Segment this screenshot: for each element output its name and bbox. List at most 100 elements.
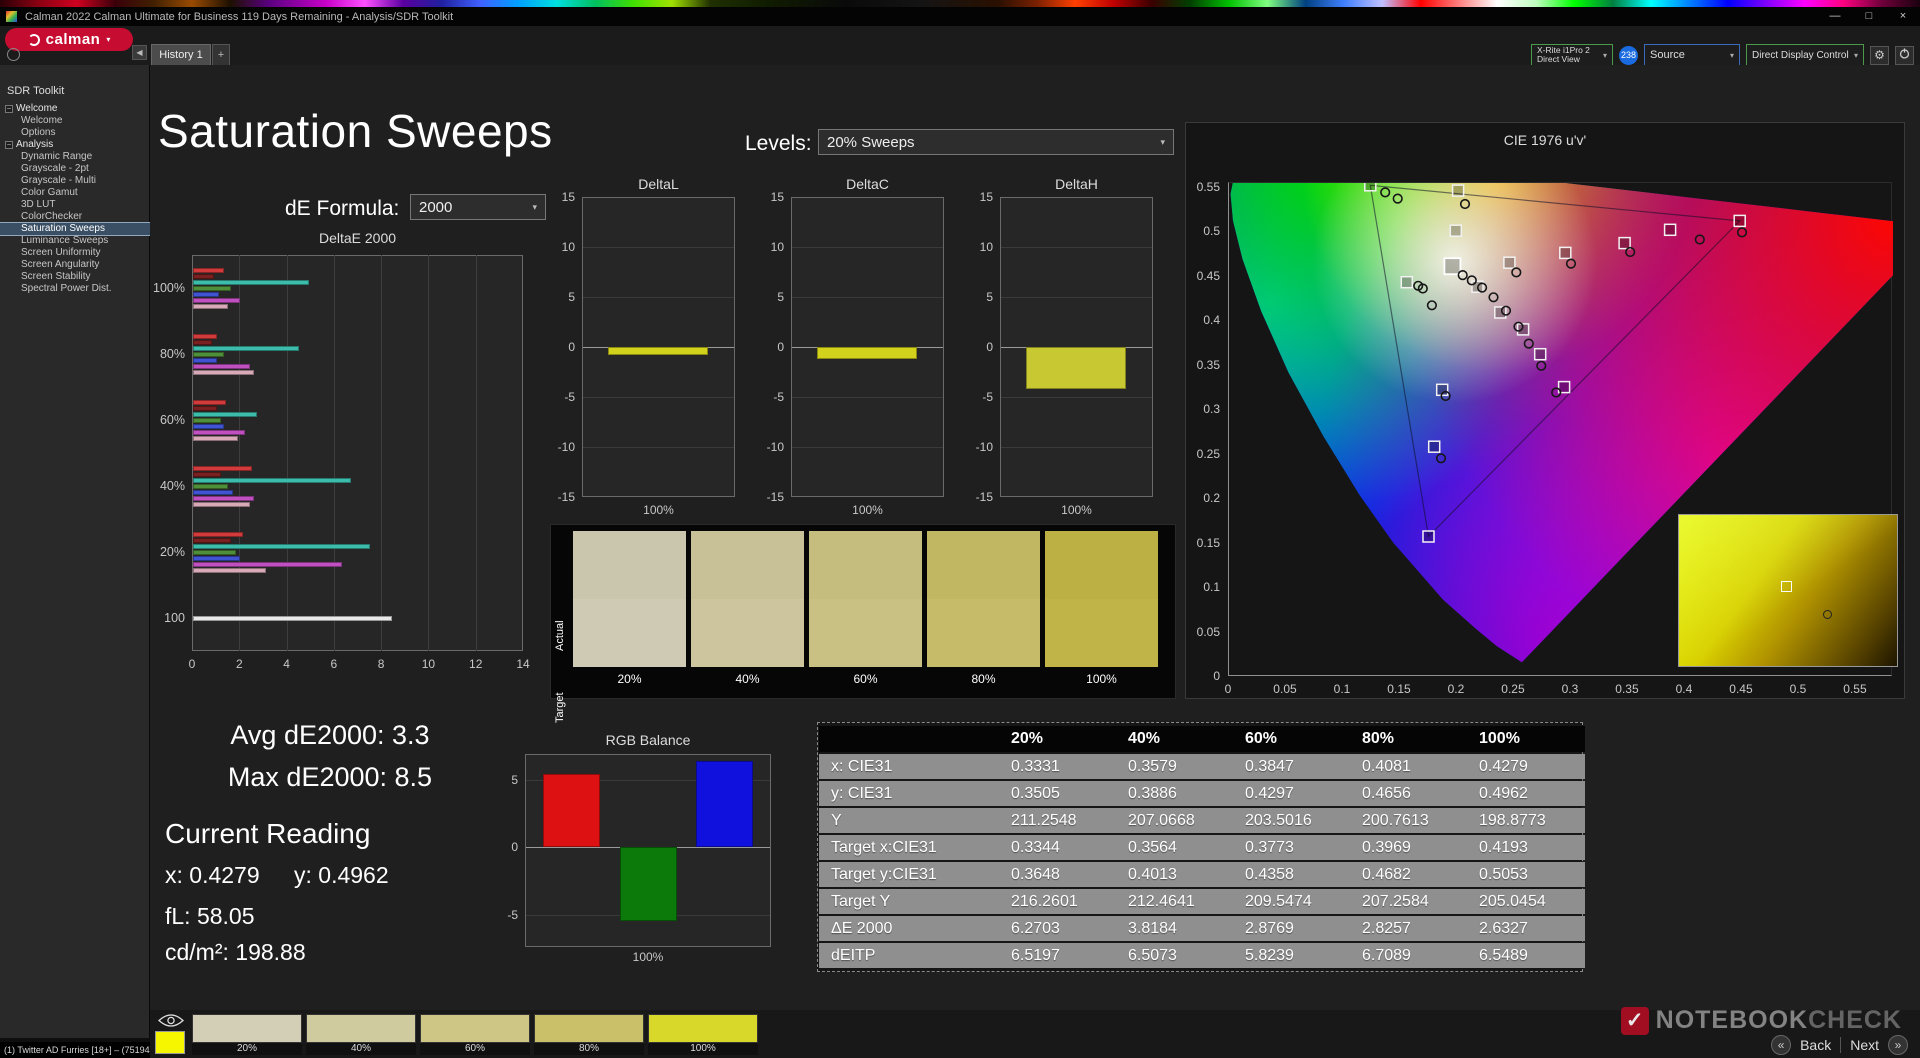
settings-gear-button[interactable]: ⚙: [1870, 45, 1889, 65]
table-cell: 0.3331: [999, 754, 1116, 779]
tab-history-1[interactable]: History 1: [151, 44, 211, 65]
sidebar-item-welcome[interactable]: Welcome: [0, 115, 150, 127]
sidebar-item-label: Options: [21, 127, 56, 138]
table-cell: 0.3564: [1116, 835, 1233, 860]
next-arrow-icon[interactable]: »: [1888, 1035, 1908, 1055]
swatch-actual: [927, 531, 1040, 599]
sidebar-item-grayscale-multi[interactable]: Grayscale - Multi: [0, 175, 150, 187]
table-cell: 205.0454: [1467, 889, 1585, 914]
navigation-tree: − Welcome Welcome Options − Analysis Dynamic R…: [0, 103, 151, 295]
back-button[interactable]: Back: [1800, 1037, 1831, 1053]
deltae-chart-title: DeltaE 2000: [318, 230, 397, 246]
avg-de2000-reading: Avg dE2000: 3.3: [230, 720, 430, 750]
table-row: y: CIE31 0.3505 0.3886 0.4297 0.4656 0.4962: [819, 781, 1585, 806]
footer-swatch-100[interactable]: 100%: [648, 1014, 758, 1055]
sidebar-collapse-button[interactable]: ◀: [132, 45, 147, 60]
table-cell: 198.8773: [1467, 808, 1585, 833]
sidebar-item-label: Saturation Sweeps: [21, 223, 105, 234]
table-column-header: 60%: [1233, 726, 1350, 752]
sidebar-item-colorchecker[interactable]: ColorChecker: [0, 211, 150, 223]
sidebar-menu-button[interactable]: [7, 48, 20, 61]
cie-chart-title: CIE 1976 u'v': [1503, 132, 1587, 148]
current-reading-header: Current Reading: [165, 818, 371, 849]
sidebar-item-grayscale-2pt[interactable]: Grayscale - 2pt: [0, 163, 150, 175]
meter-count-badge: 238: [1619, 45, 1638, 65]
sidebar-item-analysis[interactable]: − Analysis: [0, 139, 150, 151]
measurement-table: 20% 40% 60% 80% 100% x: CIE31 0.3331 0.3579 0.38…: [817, 722, 1585, 972]
swatch-target: [809, 599, 922, 667]
chevron-down-icon: ▾: [532, 201, 537, 212]
minimize-button[interactable]: —: [1818, 7, 1852, 26]
taskbar-item[interactable]: (1) Twitter AD Furries [18+] – (75194): [0, 1042, 150, 1058]
table-row-label: x: CIE31: [819, 754, 999, 779]
swatch-label: 100%: [1045, 667, 1158, 691]
sidebar-item-saturation-sweeps[interactable]: Saturation Sweeps: [0, 222, 151, 236]
table-cell: 0.3505: [999, 781, 1116, 806]
swatch-actual: [691, 531, 804, 599]
maximize-button[interactable]: □: [1852, 7, 1886, 26]
footer-swatch-80[interactable]: 80%: [534, 1014, 644, 1055]
add-tab-button[interactable]: +: [212, 44, 230, 65]
meter-mode: Direct View: [1537, 54, 1580, 64]
source-label: Source: [1650, 49, 1685, 61]
window-controls: — □ ×: [1818, 7, 1920, 26]
table-cell: 3.8184: [1116, 916, 1233, 941]
deltac-chart-title: DeltaC: [846, 176, 889, 192]
display-control-label: Direct Display Control: [1752, 49, 1849, 61]
table-cell: 0.4962: [1467, 781, 1585, 806]
sidebar-item-dynamic-range[interactable]: Dynamic Range: [0, 151, 150, 163]
notebookcheck-logo-text: NOTEBOOKCHECK: [1655, 1006, 1902, 1034]
sidebar-item-screen-stability[interactable]: Screen Stability: [0, 271, 150, 283]
chevron-down-icon: ▾: [1853, 50, 1858, 60]
deltah-chart-title: DeltaH: [1055, 176, 1098, 192]
inset-target-marker: [1781, 581, 1793, 593]
close-button[interactable]: ×: [1886, 7, 1920, 26]
sidebar-item-welcome[interactable]: − Welcome: [0, 103, 150, 115]
back-arrow-icon[interactable]: «: [1771, 1035, 1792, 1055]
tree-expander-icon[interactable]: −: [5, 141, 13, 149]
sidebar-item-screen-uniformity[interactable]: Screen Uniformity: [0, 247, 150, 259]
power-button[interactable]: [1895, 45, 1914, 65]
sidebar-item-label: Grayscale - 2pt: [21, 163, 89, 174]
swatch-target: [691, 599, 804, 667]
levels-select[interactable]: 20% Sweeps ▾: [818, 129, 1174, 155]
deltae-chart: [192, 255, 523, 651]
cie-zoom-inset: [1678, 514, 1898, 667]
source-selector[interactable]: Source ▾: [1644, 44, 1740, 66]
meter-selector[interactable]: X-Rite i1Pro 2 Direct View ▾: [1531, 44, 1613, 66]
footer-swatch-label: 80%: [534, 1043, 644, 1055]
footer-swatch-color: [192, 1014, 302, 1043]
sidebar-item-label: Spectral Power Dist.: [21, 283, 112, 294]
table-cell: 0.4297: [1233, 781, 1350, 806]
table-cell: 0.4279: [1467, 754, 1585, 779]
table-cell: 0.4656: [1350, 781, 1467, 806]
preview-eye-icon[interactable]: [158, 1013, 184, 1033]
table-row-label: ΔE 2000: [819, 916, 999, 941]
table-cell: 2.8257: [1350, 916, 1467, 941]
table-row-label: dEITP: [819, 943, 999, 968]
swatch-60: 60%: [809, 531, 922, 691]
footer-swatch-60[interactable]: 60%: [420, 1014, 530, 1055]
swatch-target: [573, 599, 686, 667]
sidebar-item-color-gamut[interactable]: Color Gamut: [0, 187, 150, 199]
table-column-header: [819, 726, 999, 752]
sidebar-item-options[interactable]: Options: [0, 127, 150, 139]
footer-swatch-40[interactable]: 40%: [306, 1014, 416, 1055]
next-button[interactable]: Next: [1850, 1037, 1879, 1053]
table-cell: 5.8239: [1233, 943, 1350, 968]
display-control-selector[interactable]: Direct Display Control ▾: [1746, 44, 1864, 66]
footer-swatch-color: [306, 1014, 416, 1043]
sidebar-item-spectral-power-dist[interactable]: Spectral Power Dist.: [0, 283, 150, 295]
calman-menu-button[interactable]: calman ▾: [5, 28, 133, 51]
levels-value: 20% Sweeps: [827, 133, 915, 151]
deltah-xlabel: 100%: [1061, 503, 1092, 517]
footer-swatch-20[interactable]: 20%: [192, 1014, 302, 1055]
footer-swatch-color: [420, 1014, 530, 1043]
tree-expander-icon[interactable]: −: [5, 105, 13, 113]
sidebar-item-label: Screen Angularity: [21, 259, 100, 270]
deltac-xlabel: 100%: [852, 503, 883, 517]
sidebar-item-luminance-sweeps[interactable]: Luminance Sweeps: [0, 235, 150, 247]
sidebar-item-screen-angularity[interactable]: Screen Angularity: [0, 259, 150, 271]
sidebar-item-3d-lut[interactable]: 3D LUT: [0, 199, 150, 211]
de-formula-select[interactable]: 2000 ▾: [410, 194, 546, 220]
